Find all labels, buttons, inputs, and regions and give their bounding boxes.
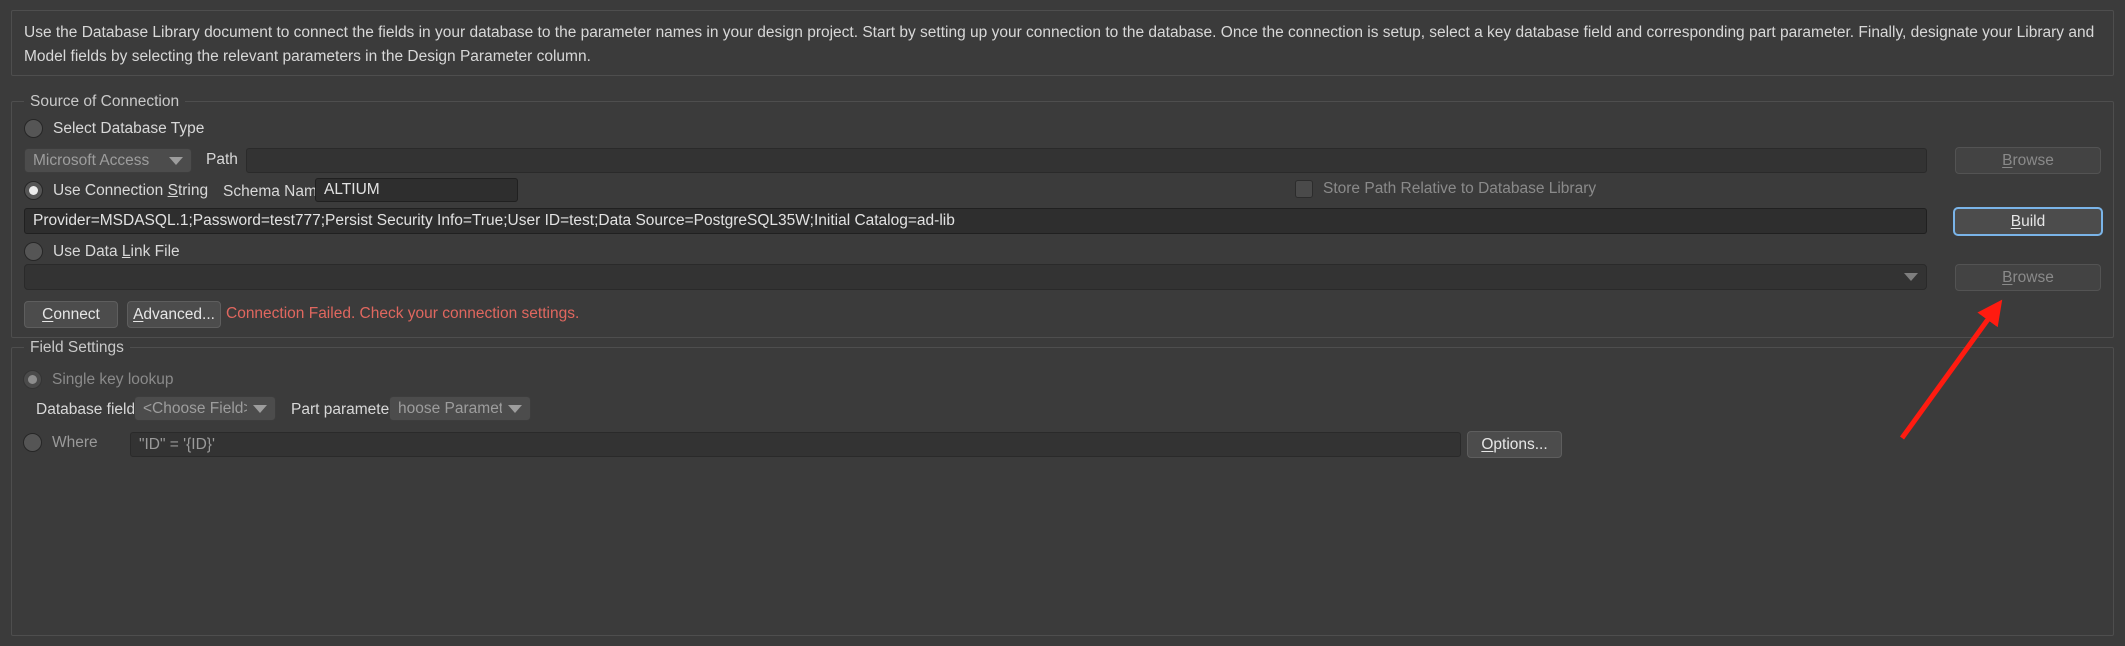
radio-single-key-lookup-label: Single key lookup xyxy=(52,371,174,389)
checkbox-box-icon xyxy=(1295,180,1313,198)
database-type-combo[interactable]: Microsoft Access xyxy=(24,148,192,173)
path-input[interactable] xyxy=(246,148,1927,173)
info-panel: Use the Database Library document to con… xyxy=(11,10,2114,76)
part-parameter-label: Part parameter xyxy=(291,400,394,420)
options-button-label: Options... xyxy=(1481,436,1547,454)
schema-name-label: Schema Name xyxy=(223,182,326,202)
database-type-combo-value: Microsoft Access xyxy=(33,152,163,170)
field-settings-group: Field Settings Single key lookup Databas… xyxy=(11,347,2114,636)
chevron-down-icon xyxy=(508,405,522,413)
radio-where[interactable]: Where xyxy=(23,433,98,452)
radio-dot-icon xyxy=(23,370,42,389)
store-path-relative-label: Store Path Relative to Database Library xyxy=(1323,180,1596,198)
browse-path-button[interactable]: Browse xyxy=(1955,147,2101,174)
browse-data-link-button-label: Browse xyxy=(2002,269,2054,287)
advanced-button[interactable]: Advanced... xyxy=(127,301,221,328)
data-link-file-combo[interactable] xyxy=(24,264,1927,290)
radio-select-database-type[interactable]: Select Database Type xyxy=(24,119,204,138)
advanced-button-label: Advanced... xyxy=(133,306,215,324)
chevron-down-icon xyxy=(1904,273,1918,281)
store-path-relative-checkbox[interactable]: Store Path Relative to Database Library xyxy=(1295,180,1596,198)
part-parameter-combo[interactable]: hoose Parameter> xyxy=(389,396,531,421)
radio-dot-icon xyxy=(23,433,42,452)
connection-string-input[interactable]: Provider=MSDASQL.1;Password=test777;Pers… xyxy=(24,208,1927,234)
radio-select-database-type-label: Select Database Type xyxy=(53,120,204,138)
field-settings-legend: Field Settings xyxy=(24,338,130,358)
source-of-connection-group: Source of Connection Select Database Typ… xyxy=(11,101,2114,338)
radio-use-connection-string[interactable]: Use Connection String xyxy=(24,181,208,200)
chevron-down-icon xyxy=(253,405,267,413)
browse-data-link-button[interactable]: Browse xyxy=(1955,264,2101,291)
part-parameter-combo-value: hoose Parameter> xyxy=(398,400,502,418)
where-clause-input[interactable]: "ID" = '{ID}' xyxy=(130,432,1461,457)
schema-name-input[interactable]: ALTIUM xyxy=(315,178,518,202)
radio-where-label: Where xyxy=(52,434,98,452)
path-label: Path xyxy=(206,150,238,170)
radio-use-data-link-file[interactable]: Use Data Link File xyxy=(24,242,180,261)
chevron-down-icon xyxy=(169,157,183,165)
radio-use-connection-string-label: Use Connection String xyxy=(53,182,208,200)
build-button-label: Build xyxy=(2011,213,2045,231)
build-button[interactable]: Build xyxy=(1953,207,2103,236)
database-field-combo-value: <Choose Field> xyxy=(143,400,247,418)
connect-button[interactable]: Connect xyxy=(24,301,118,328)
radio-dot-icon xyxy=(24,242,43,261)
connect-button-label: Connect xyxy=(42,306,100,324)
database-library-connection-panel: Use the Database Library document to con… xyxy=(0,0,2125,646)
options-button[interactable]: Options... xyxy=(1467,431,1562,458)
database-field-combo[interactable]: <Choose Field> xyxy=(134,396,276,421)
radio-dot-icon xyxy=(24,119,43,138)
radio-single-key-lookup[interactable]: Single key lookup xyxy=(23,370,174,389)
browse-path-button-label: Browse xyxy=(2002,152,2054,170)
radio-dot-icon xyxy=(24,181,43,200)
database-field-label: Database field xyxy=(36,400,135,420)
connection-status-message: Connection Failed. Check your connection… xyxy=(226,305,579,323)
source-of-connection-legend: Source of Connection xyxy=(24,92,185,112)
radio-use-data-link-file-label: Use Data Link File xyxy=(53,243,180,261)
info-description: Use the Database Library document to con… xyxy=(24,21,2103,69)
